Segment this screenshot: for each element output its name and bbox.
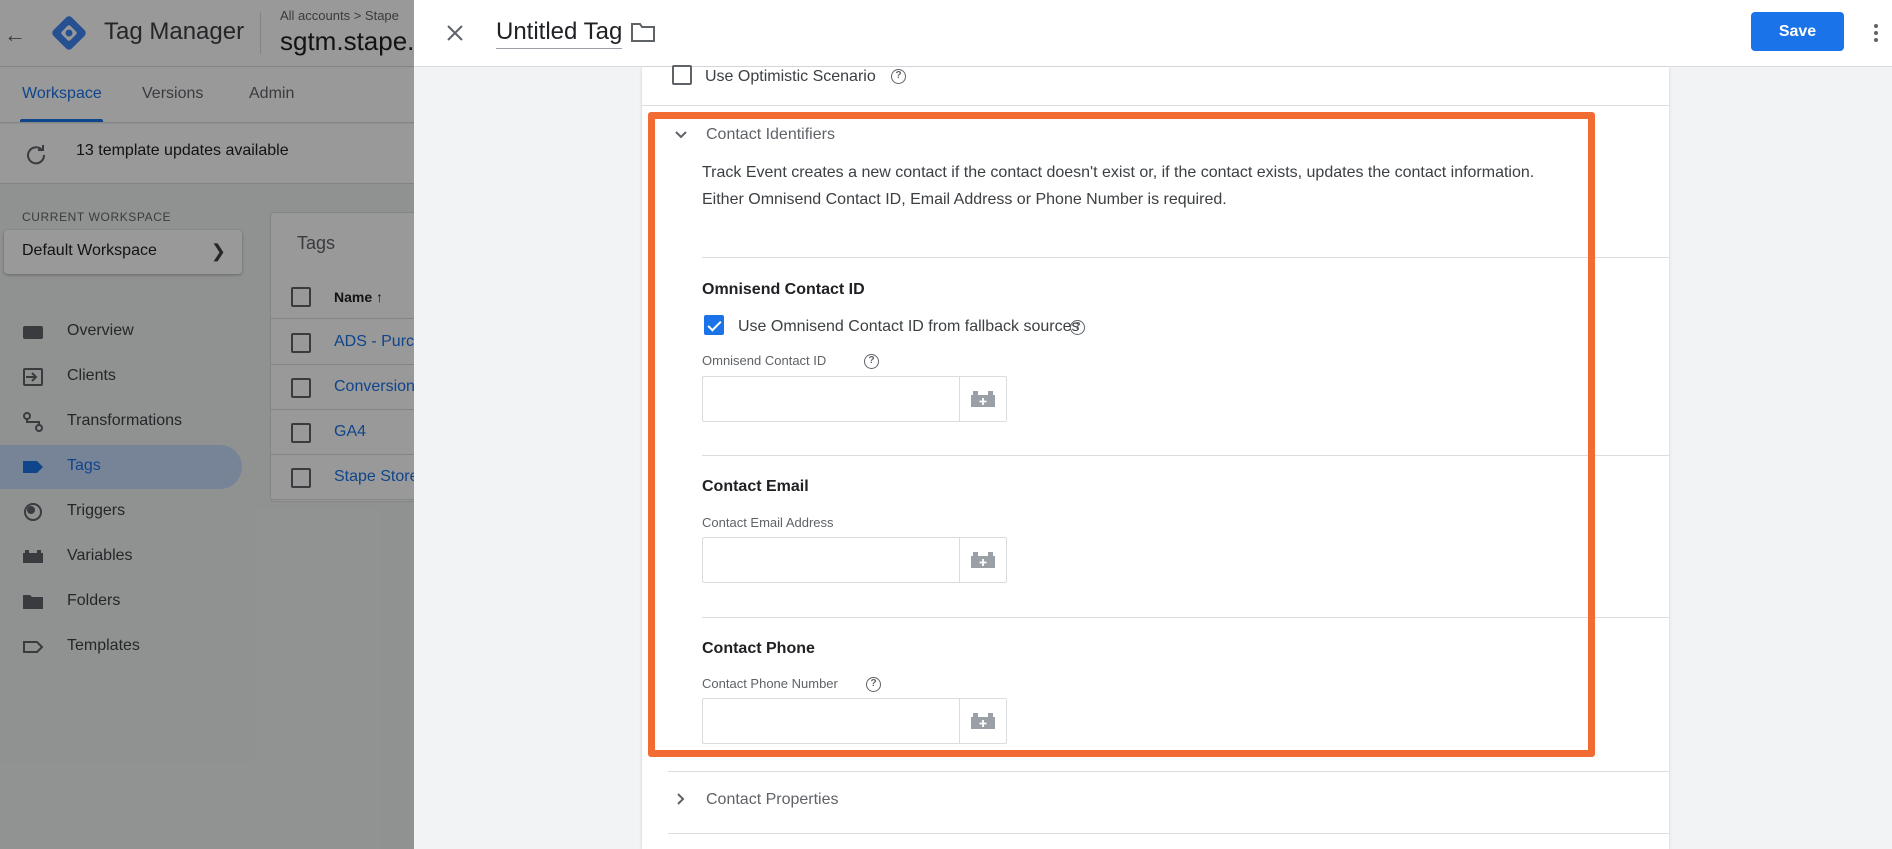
close-button[interactable] <box>440 18 470 48</box>
help-icon[interactable]: ? <box>891 69 906 84</box>
folder-icon[interactable] <box>630 20 656 44</box>
close-icon <box>447 25 463 41</box>
optimistic-scenario-checkbox[interactable] <box>672 65 692 85</box>
divider <box>642 105 1669 106</box>
chevron-right-icon[interactable] <box>673 791 689 807</box>
divider <box>668 771 1669 772</box>
save-button[interactable]: Save <box>1751 12 1844 51</box>
optimistic-scenario-label: Use Optimistic Scenario <box>705 68 876 85</box>
contact-properties-title[interactable]: Contact Properties <box>706 791 839 809</box>
divider <box>668 833 1669 834</box>
highlight-annotation-box <box>648 112 1595 757</box>
more-options-icon[interactable] <box>1866 18 1886 48</box>
tag-name-input[interactable]: Untitled Tag <box>496 18 623 49</box>
sheet-header: Untitled Tag Save <box>414 0 1892 67</box>
